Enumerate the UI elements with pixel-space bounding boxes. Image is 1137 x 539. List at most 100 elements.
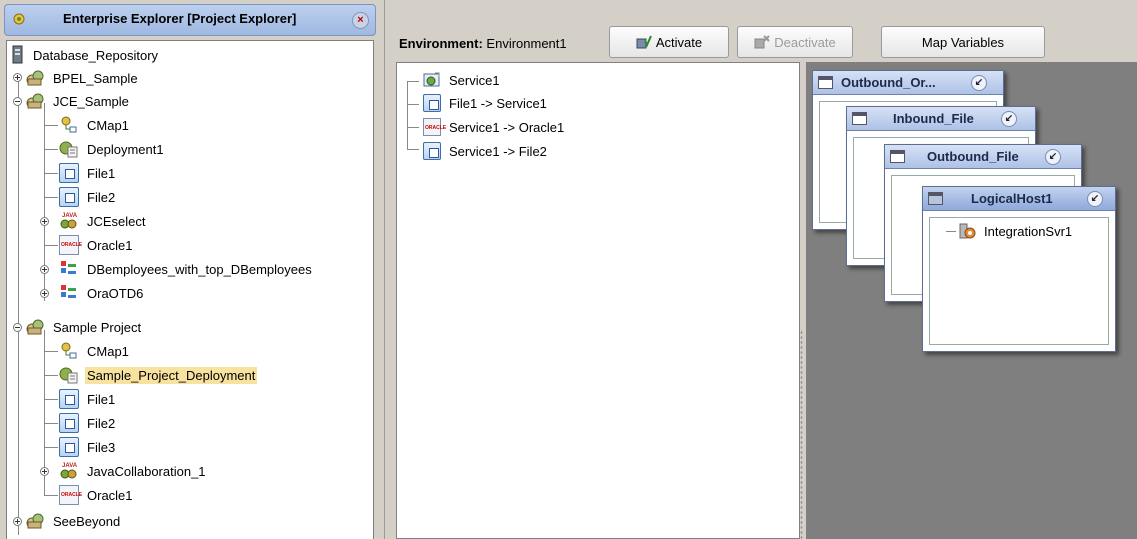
tree-item-seebeyond[interactable]: SeeBeyond — [25, 509, 122, 533]
tree-item-label: DBemployees_with_top_DBemployees — [87, 261, 312, 277]
tree-item-label: File3 — [87, 439, 116, 455]
window-titlebar[interactable]: Inbound_File ↙ — [847, 107, 1035, 131]
connectivity-map-icon — [59, 115, 79, 135]
service-item[interactable]: File1 -> Service1 — [423, 92, 547, 114]
tree-item-label: File2 — [87, 189, 116, 205]
file-icon — [59, 187, 79, 207]
restore-icon[interactable]: ↙ — [971, 75, 987, 91]
deployment-icon — [59, 139, 79, 159]
oracle-icon — [423, 118, 446, 136]
deployment-icon — [59, 365, 79, 385]
expand-toggle[interactable] — [40, 265, 49, 274]
file-icon — [59, 389, 79, 409]
repository-icon — [11, 45, 25, 65]
otd-icon — [59, 283, 79, 303]
collapse-toggle[interactable] — [13, 97, 22, 106]
tree-line — [44, 399, 58, 400]
tree-item-label: Oracle1 — [87, 487, 133, 503]
connectivity-map-icon — [59, 341, 79, 361]
window-icon — [928, 192, 943, 205]
tree-item-label: OraOTD6 — [87, 285, 144, 301]
window-title: LogicalHost1 — [971, 191, 1053, 206]
window-titlebar[interactable]: Outbound_File ↙ — [885, 145, 1081, 169]
tree-item-label: JCEselect — [87, 213, 146, 229]
expand-toggle[interactable] — [40, 217, 49, 226]
tree-item-sample-project[interactable]: Sample Project — [25, 315, 143, 339]
restore-icon[interactable]: ↙ — [1045, 149, 1061, 165]
tree-item-javacollaboration1[interactable]: JAVA JavaCollaboration_1 — [59, 459, 208, 483]
tree-item-label: Sample Project — [53, 319, 142, 335]
window-titlebar[interactable]: LogicalHost1 ↙ — [923, 187, 1115, 211]
otd-icon — [59, 259, 79, 279]
expand-toggle[interactable] — [40, 467, 49, 476]
restore-icon[interactable]: ↙ — [1087, 191, 1103, 207]
activate-button[interactable]: Activate — [609, 26, 729, 58]
tree-item-file1[interactable]: File1 — [59, 387, 117, 411]
tree-item-file3[interactable]: File3 — [59, 435, 117, 459]
explorer-icon — [11, 11, 27, 27]
service-item[interactable]: Service1 -> Oracle1 — [423, 116, 564, 138]
project-icon — [25, 511, 45, 531]
tree-item-jce-sample[interactable]: JCE_Sample — [25, 89, 131, 113]
logical-host-canvas: Outbound_Or... ↙ Inbound_File ↙ Outbound… — [806, 62, 1137, 539]
expand-toggle[interactable] — [13, 517, 22, 526]
activate-icon — [636, 34, 652, 50]
tree-item-file2[interactable]: File2 — [59, 411, 117, 435]
window-title: Outbound_File — [927, 149, 1019, 164]
activate-label: Activate — [655, 34, 703, 50]
project-icon — [25, 91, 45, 111]
tree-line — [407, 149, 419, 150]
tree-item-oraotd6[interactable]: OraOTD6 — [59, 281, 145, 305]
svg-text:JAVA: JAVA — [62, 463, 78, 469]
tree-line — [44, 245, 58, 246]
restore-icon[interactable]: ↙ — [1001, 111, 1017, 127]
oracle-icon — [59, 485, 82, 505]
tree-item-bpel-sample[interactable]: BPEL_Sample — [25, 66, 140, 90]
expand-toggle[interactable] — [13, 73, 22, 82]
oracle-icon — [59, 235, 82, 255]
tree-line — [44, 375, 58, 376]
integration-server-item[interactable]: IntegrationSvr1 — [958, 220, 1072, 242]
tree-item-database-repository[interactable]: Database_Repository — [11, 43, 160, 67]
window-titlebar[interactable]: Outbound_Or... ↙ — [813, 71, 1003, 95]
tree-item-label: Deployment1 — [87, 141, 164, 157]
tree-item-deployment1[interactable]: Deployment1 — [59, 137, 166, 161]
explorer-header: Enterprise Explorer [Project Explorer] × — [4, 4, 376, 36]
tree-item-label: SeeBeyond — [53, 513, 121, 529]
deactivate-icon — [754, 34, 770, 50]
svg-text:JAVA: JAVA — [62, 213, 78, 219]
service-icon — [423, 71, 441, 89]
project-icon — [25, 68, 45, 88]
close-icon[interactable]: × — [352, 12, 369, 29]
tree-line — [407, 81, 419, 82]
tree-item-file2[interactable]: File2 — [59, 185, 117, 209]
file-icon — [423, 94, 441, 112]
explorer-title: Enterprise Explorer [Project Explorer] — [63, 11, 297, 26]
window-logicalhost1[interactable]: LogicalHost1 ↙ IntegrationSvr1 — [922, 186, 1116, 352]
tree-line — [44, 351, 58, 352]
service-label: Service1 -> Oracle1 — [449, 119, 565, 135]
tree-item-dbemployees-otd[interactable]: DBemployees_with_top_DBemployees — [59, 257, 314, 281]
tree-item-oracle1[interactable]: Oracle1 — [59, 483, 135, 507]
service-label: Service1 — [449, 72, 500, 88]
expand-toggle[interactable] — [40, 289, 49, 298]
deactivate-button[interactable]: Deactivate — [737, 26, 853, 58]
tree-line — [18, 79, 19, 535]
tree-item-oracle1[interactable]: Oracle1 — [59, 233, 135, 257]
tree-item-jceselect[interactable]: JAVA JCEselect — [59, 209, 148, 233]
map-variables-button[interactable]: Map Variables — [881, 26, 1045, 58]
file-icon — [423, 142, 441, 160]
tree-item-file1[interactable]: File1 — [59, 161, 117, 185]
tree-item-label: File1 — [87, 165, 116, 181]
tree-item-cmap1[interactable]: CMap1 — [59, 339, 131, 363]
tree-item-cmap1[interactable]: CMap1 — [59, 113, 131, 137]
map-variables-label: Map Variables — [921, 34, 1005, 50]
tree-item-sample-project-deployment[interactable]: Sample_Project_Deployment — [59, 363, 258, 387]
project-tree: Database_Repository BPEL_Sample JCE_Samp… — [6, 40, 374, 539]
collapse-toggle[interactable] — [13, 323, 22, 332]
java-collaboration-icon: JAVA — [59, 211, 79, 231]
splitter-handle[interactable] — [800, 330, 803, 539]
file-icon — [59, 437, 79, 457]
service-item[interactable]: Service1 -> File2 — [423, 140, 547, 162]
service-item[interactable]: Service1 — [423, 69, 500, 91]
